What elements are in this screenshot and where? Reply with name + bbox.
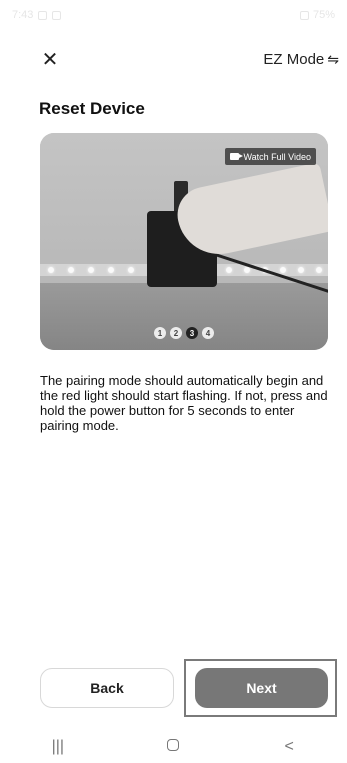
status-time: 7:43 [12, 9, 34, 21]
led-light [128, 267, 134, 273]
system-back-button[interactable]: < [269, 738, 309, 756]
system-nav-bar: ||| < [0, 730, 347, 763]
back-button[interactable]: Back [40, 668, 174, 708]
status-right: 75% [299, 9, 335, 21]
swap-icon: ⇋ [327, 50, 339, 67]
led-light [244, 267, 250, 273]
status-bar: 7:43 75% [0, 0, 347, 30]
led-light [298, 267, 304, 273]
led-light [48, 267, 54, 273]
close-button[interactable]: ✕ [38, 44, 62, 74]
media-floor [40, 283, 328, 350]
led-light [316, 267, 322, 273]
top-bar: ✕ EZ Mode ⇋ [0, 44, 347, 74]
instruction-media[interactable]: Watch Full Video 1 2 3 4 [40, 133, 328, 350]
step-indicator: 1 2 3 4 [40, 327, 328, 339]
led-light [226, 267, 232, 273]
led-light [108, 267, 114, 273]
step-dot-2[interactable]: 2 [170, 327, 182, 339]
page-title: Reset Device [39, 99, 145, 118]
close-icon: ✕ [41, 48, 59, 71]
step-dot-3[interactable]: 3 [186, 327, 198, 339]
ez-mode-button[interactable]: EZ Mode ⇋ [263, 44, 339, 74]
step-dot-4[interactable]: 4 [202, 327, 214, 339]
home-icon [167, 738, 180, 751]
recent-apps-button[interactable]: ||| [38, 738, 78, 756]
battery-level: 75% [312, 9, 335, 21]
gallery-notification-icon [38, 10, 48, 20]
status-left: 7:43 [12, 9, 62, 21]
led-light [68, 267, 74, 273]
step-dot-1[interactable]: 1 [154, 327, 166, 339]
led-light [280, 267, 286, 273]
message-notification-icon [52, 10, 62, 20]
home-button[interactable] [153, 738, 193, 756]
mode-label: EZ Mode [263, 50, 325, 68]
watch-label: Watch Full Video [243, 151, 311, 162]
watch-full-video-button[interactable]: Watch Full Video [225, 148, 316, 165]
led-light [88, 267, 94, 273]
wifi-icon [299, 10, 309, 20]
video-camera-icon [230, 153, 244, 160]
next-button[interactable]: Next [195, 668, 328, 708]
instruction-text: The pairing mode should automatically be… [40, 373, 328, 433]
